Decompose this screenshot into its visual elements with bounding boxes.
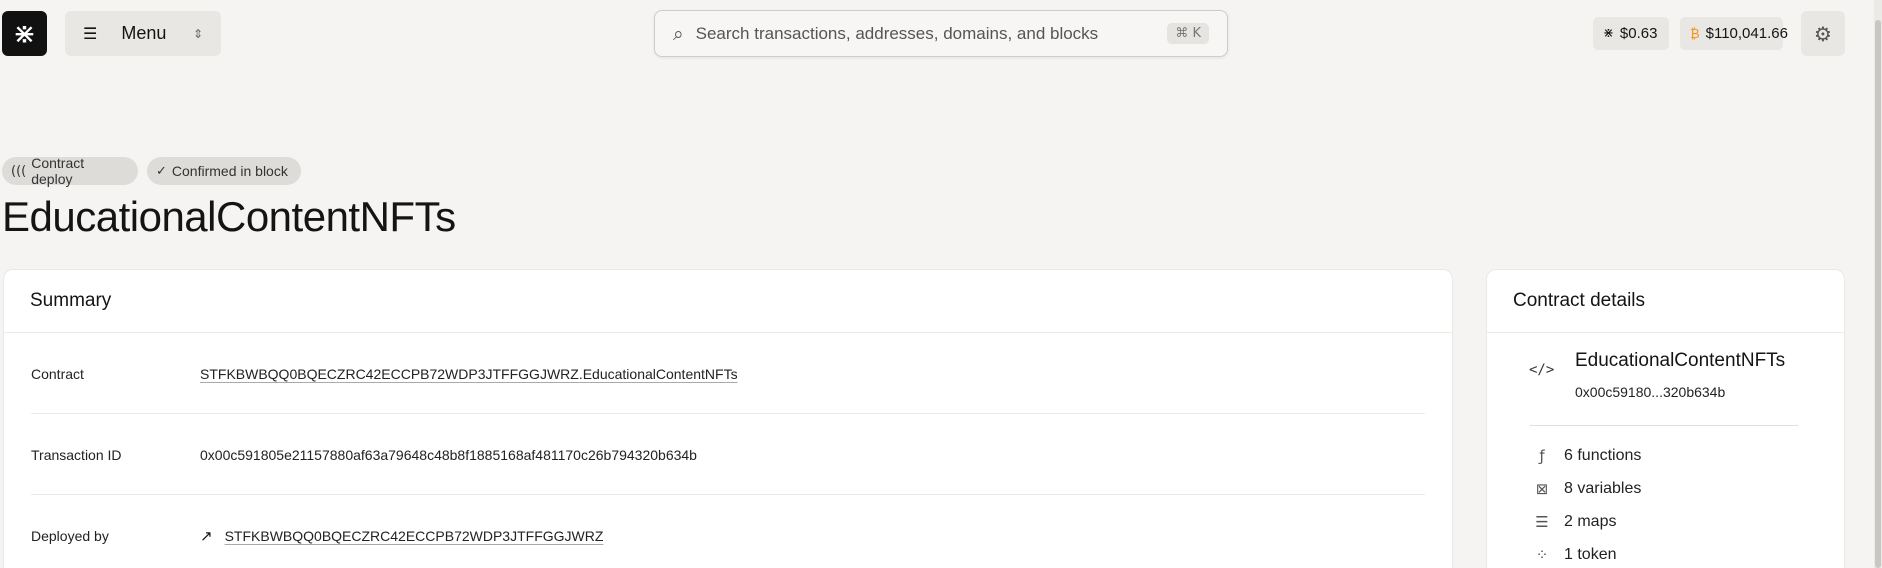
search-icon: ⌕ — [673, 22, 684, 45]
btc-price: $110,041.66 — [1705, 25, 1788, 42]
chevron-updown-icon: ⇕ — [192, 26, 203, 41]
contract-deploy-badge: ((( Contract deploy — [2, 155, 138, 187]
summary-card: Summary Contract STFKBWBQQ0BQECZRC42ECCP… — [3, 269, 1453, 568]
stacks-logo-icon: ⋇ — [12, 17, 37, 50]
summary-row-deployed-by: Deployed by ↗ STFKBWBQQ0BQECZRC42ECCPB72… — [31, 496, 1425, 568]
page-scrollbar[interactable] — [1874, 0, 1882, 568]
stat-label: 6 functions — [1564, 447, 1642, 464]
summary-row-transaction-id: Transaction ID 0x00c591805e21157880af63a… — [31, 415, 1425, 495]
contract-name: EducationalContentNFTs — [1575, 350, 1786, 371]
search-shortcut-badge: ⌘ K — [1167, 23, 1209, 44]
stat-variables: ⊠ 8 variables — [1532, 480, 1642, 498]
stat-tokens: ⁘ 1 token — [1532, 546, 1617, 564]
variable-icon: ⊠ — [1535, 480, 1549, 498]
stacks-logo-button[interactable]: ⋇ — [2, 11, 47, 56]
menu-label: Menu — [121, 23, 167, 43]
contract-deploy-icon: ((( — [11, 163, 27, 179]
contract-deploy-label: Contract deploy — [31, 155, 85, 187]
row-label: Transaction ID — [31, 446, 122, 463]
stat-label: 1 token — [1564, 546, 1617, 563]
page-title: EducationalContentNFTs — [2, 193, 456, 240]
stx-icon: ⋇ — [1603, 26, 1614, 41]
summary-row-contract: Contract STFKBWBQQ0BQECZRC42ECCPB72WDP3J… — [31, 334, 1425, 414]
scrollbar-thumb[interactable] — [1875, 20, 1881, 568]
check-icon: ✓ — [156, 163, 167, 179]
arrow-up-right-icon: ↗ — [200, 527, 213, 545]
hamburger-icon: ☰ — [83, 24, 98, 43]
summary-title: Summary — [4, 270, 1452, 333]
map-list-icon: ☰ — [1535, 513, 1549, 531]
menu-button[interactable]: ☰ Menu ⇕ — [65, 11, 221, 56]
stat-functions: ƒ 6 functions — [1532, 447, 1641, 465]
contract-identity[interactable]: </> EducationalContentNFTs 0x00c59180...… — [1529, 350, 1785, 400]
btc-icon: ₿ — [1690, 26, 1700, 42]
stx-price: $0.63 — [1619, 25, 1658, 42]
contract-short-address: 0x00c59180...320b634b — [1575, 384, 1726, 400]
contract-id-link[interactable]: STFKBWBQQ0BQECZRC42ECCPB72WDP3JTFFGGJWRZ… — [200, 366, 738, 382]
search-input[interactable] — [695, 23, 1168, 44]
divider — [1530, 425, 1798, 426]
token-icon: ⁘ — [1535, 546, 1549, 564]
confirmed-label: Confirmed in block — [171, 163, 288, 179]
row-label: Deployed by — [31, 528, 109, 544]
stx-price-button[interactable]: ⋇ $0.63 — [1593, 17, 1669, 50]
gear-icon: ⚙ — [1814, 21, 1832, 46]
contract-details-card: Contract details </> EducationalContentN… — [1486, 269, 1845, 568]
stat-maps: ☰ 2 maps — [1532, 513, 1616, 531]
deployer-address-link[interactable]: STFKBWBQQ0BQECZRC42ECCPB72WDP3JTFFGGJWRZ — [225, 528, 604, 544]
btc-price-button[interactable]: ₿ $110,041.66 — [1680, 17, 1788, 50]
code-icon: </> — [1529, 362, 1555, 378]
transaction-id-value: 0x00c591805e21157880af63a79648c48b8f1885… — [200, 446, 697, 463]
contract-details-title: Contract details — [1487, 270, 1844, 333]
row-label: Contract — [31, 365, 84, 382]
settings-button[interactable]: ⚙ — [1801, 11, 1845, 56]
stat-label: 2 maps — [1564, 513, 1617, 530]
search-bar[interactable]: ⌕ ⌘ K — [654, 10, 1228, 57]
stat-label: 8 variables — [1564, 480, 1642, 497]
function-icon: ƒ — [1539, 447, 1545, 465]
confirmed-badge: ✓ Confirmed in block — [147, 157, 301, 185]
